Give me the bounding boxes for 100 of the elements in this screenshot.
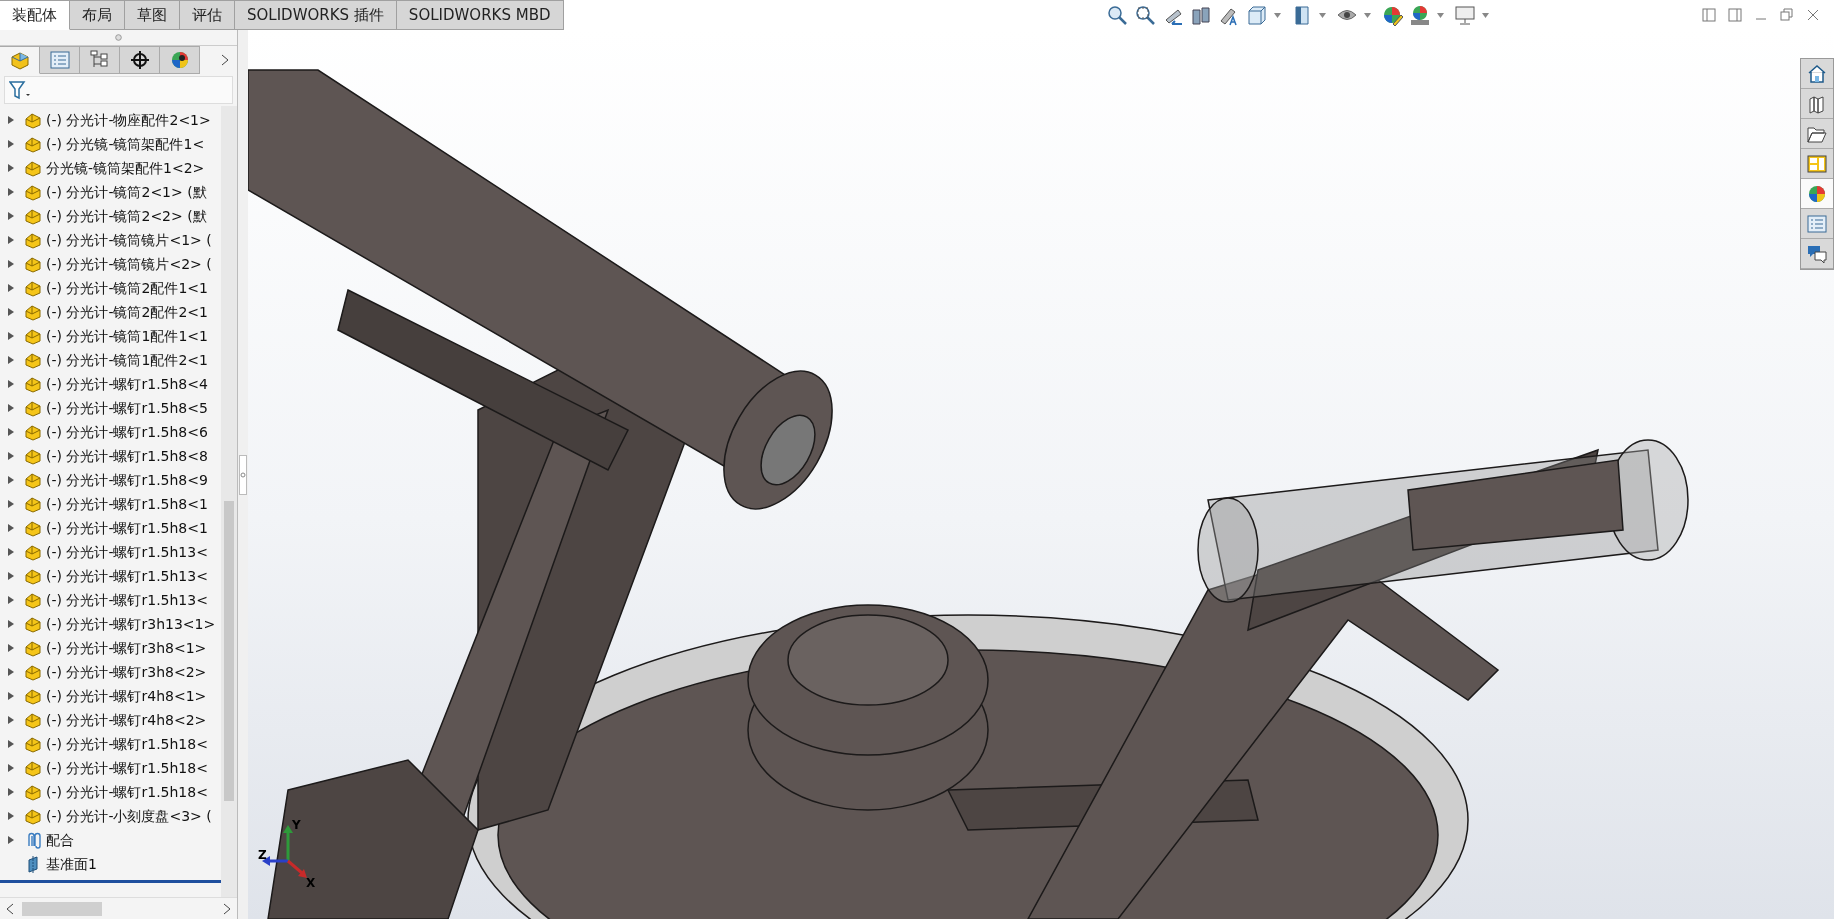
tree-item[interactable]: (-) 分光计-镜筒镜片<1> ( [46, 229, 212, 251]
tree-item[interactable]: (-) 分光计-镜筒2配件2<1 [46, 301, 208, 323]
dock-left-icon[interactable] [1702, 8, 1716, 22]
expand-arrow-icon[interactable] [6, 307, 16, 317]
expand-arrow-icon[interactable] [6, 187, 16, 197]
expand-arrow-icon[interactable] [6, 835, 16, 845]
expand-arrow-icon[interactable] [6, 451, 16, 461]
expand-arrow-icon[interactable] [6, 163, 16, 173]
caret-icon[interactable] [1319, 12, 1327, 18]
tree-item[interactable]: (-) 分光计-镜筒1配件2<1 [46, 349, 208, 371]
tree-item[interactable]: (-) 分光计-镜筒2<2> (默 [46, 205, 207, 227]
close-icon[interactable] [1806, 8, 1820, 22]
expand-arrow-icon[interactable] [6, 715, 16, 725]
filter-field[interactable] [4, 76, 233, 104]
monitor-icon[interactable] [1454, 4, 1477, 26]
zoom-fit-icon[interactable] [1106, 4, 1129, 26]
expand-arrow-icon[interactable] [6, 811, 16, 821]
tree-item[interactable]: (-) 分光计-螺钉r1.5h8<1 [46, 517, 208, 539]
tree-item[interactable]: (-) 分光计-螺钉r1.5h18< [46, 733, 208, 755]
expand-arrow-icon[interactable] [6, 547, 16, 557]
expand-arrow-icon[interactable] [6, 571, 16, 581]
horizontal-scrollbar[interactable] [0, 897, 237, 919]
tree-item[interactable]: (-) 分光计-螺钉r1.5h13< [46, 565, 208, 587]
panel-tab[interactable] [120, 46, 160, 74]
expand-arrow-icon[interactable] [6, 475, 16, 485]
splitter-handle-icon[interactable] [239, 454, 247, 495]
tree-item[interactable]: (-) 分光镜-镜筒架配件1< [46, 133, 205, 155]
panel-tab[interactable] [160, 46, 200, 74]
tree-item[interactable]: (-) 分光计-镜筒2<1> (默 [46, 181, 207, 203]
expand-arrow-icon[interactable] [6, 211, 16, 221]
edit-appearance-icon[interactable] [1381, 4, 1404, 26]
tree-item[interactable]: (-) 分光计-螺钉r1.5h18< [46, 757, 208, 779]
tree-item[interactable]: (-) 分光计-螺钉r1.5h13< [46, 589, 208, 611]
caret-icon[interactable] [1364, 12, 1372, 18]
chevron-right-icon[interactable] [221, 54, 229, 66]
tree-item[interactable]: (-) 分光计-螺钉r1.5h18< [46, 781, 208, 803]
tree-item[interactable]: (-) 分光计-螺钉r1.5h8<6 [46, 421, 208, 443]
tree-item[interactable]: (-) 分光计-螺钉r4h8<1> [46, 685, 207, 707]
expand-arrow-icon[interactable] [6, 595, 16, 605]
tree-item[interactable]: (-) 分光计-螺钉r1.5h13< [46, 541, 208, 563]
view-orientation-icon[interactable] [1246, 4, 1269, 26]
expand-arrow-icon[interactable] [6, 355, 16, 365]
ribbon-tab[interactable]: 评估 [180, 0, 235, 30]
tree-item[interactable]: (-) 分光计-螺钉r1.5h8<9 [46, 469, 208, 491]
tree-item[interactable]: (-) 分光计-螺钉r1.5h8<4 [46, 373, 208, 395]
ribbon-tab[interactable]: SOLIDWORKS 插件 [235, 0, 397, 30]
tree-item[interactable]: (-) 分光计-镜筒2配件1<1 [46, 277, 208, 299]
tree-item[interactable]: 基准面1 [46, 853, 97, 875]
caret-icon[interactable] [1274, 12, 1282, 18]
ribbon-tab[interactable]: 装配体 [0, 0, 70, 30]
restore-icon[interactable] [1780, 8, 1794, 22]
expand-arrow-icon[interactable] [6, 499, 16, 509]
caret-icon[interactable] [1482, 12, 1490, 18]
expand-arrow-icon[interactable] [6, 643, 16, 653]
component-icon [24, 495, 42, 513]
expand-arrow-icon[interactable] [6, 523, 16, 533]
component-icon [24, 567, 42, 585]
tree-item[interactable]: 配合 [46, 829, 74, 851]
dock-right-icon[interactable] [1728, 8, 1742, 22]
tree-item[interactable]: 分光镜-镜筒架配件1<2> [46, 157, 205, 179]
expand-arrow-icon[interactable] [6, 331, 16, 341]
expand-arrow-icon[interactable] [6, 427, 16, 437]
apply-scene-icon[interactable] [1409, 4, 1432, 26]
expand-arrow-icon[interactable] [6, 139, 16, 149]
expand-arrow-icon[interactable] [6, 379, 16, 389]
tree-item[interactable]: (-) 分光计-小刻度盘<3> ( [46, 805, 212, 827]
zoom-area-icon[interactable] [1134, 4, 1157, 26]
caret-icon[interactable] [1437, 12, 1445, 18]
tree-item[interactable]: (-) 分光计-螺钉r3h8<1> [46, 637, 207, 659]
expand-arrow-icon[interactable] [6, 739, 16, 749]
tree-item[interactable]: (-) 分光计-螺钉r1.5h8<8 [46, 445, 208, 467]
expand-arrow-icon[interactable] [6, 283, 16, 293]
component-icon [24, 231, 42, 249]
tree-item[interactable]: (-) 分光计-螺钉r3h13<1> [46, 613, 216, 635]
expand-arrow-icon[interactable] [6, 235, 16, 245]
task-pane-tab[interactable] [1801, 179, 1833, 209]
tree-item[interactable]: (-) 分光计-物座配件2<1> [46, 109, 211, 131]
tree-item[interactable]: (-) 分光计-螺钉r1.5h8<5 [46, 397, 208, 419]
scroll-right-icon [223, 902, 231, 915]
vertical-scrollbar[interactable] [221, 106, 237, 897]
palette-layout-icon [1806, 152, 1828, 175]
expand-arrow-icon[interactable] [6, 619, 16, 629]
ribbon-tab[interactable]: 布局 [70, 0, 125, 30]
tree-item[interactable]: (-) 分光计-螺钉r4h8<2> [46, 709, 207, 731]
axis-label: Z [258, 848, 267, 862]
expand-arrow-icon[interactable] [6, 115, 16, 125]
expand-arrow-icon[interactable] [6, 763, 16, 773]
expand-arrow-icon[interactable] [6, 691, 16, 701]
ribbon-tab[interactable]: 草图 [125, 0, 180, 30]
ribbon-tab[interactable]: SOLIDWORKS MBD [396, 0, 564, 30]
filter-icon [9, 80, 31, 100]
expand-arrow-icon[interactable] [6, 787, 16, 797]
expand-arrow-icon[interactable] [6, 403, 16, 413]
expand-arrow-icon[interactable] [6, 667, 16, 677]
tree-item[interactable]: (-) 分光计-螺钉r1.5h8<1 [46, 493, 208, 515]
expand-arrow-icon[interactable] [6, 259, 16, 269]
splitter-handle-icon[interactable] [115, 34, 122, 41]
tree-item[interactable]: (-) 分光计-螺钉r3h8<2> [46, 661, 207, 683]
tree-item[interactable]: (-) 分光计-镜筒镜片<2> ( [46, 253, 212, 275]
tree-item[interactable]: (-) 分光计-镜筒1配件1<1 [46, 325, 208, 347]
